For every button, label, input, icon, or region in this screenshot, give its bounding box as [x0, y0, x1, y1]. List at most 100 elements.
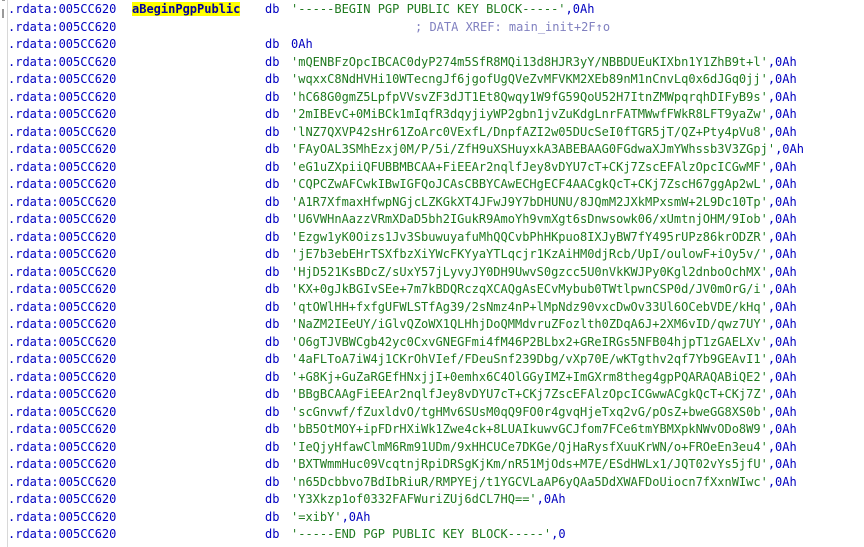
listing-line[interactable]: .rdata:005CC620 db 'Ezgw1yK0Oizs1Jv3Sbuwuy…	[8, 229, 864, 247]
operand-trailer[interactable]: ,0Ah	[768, 335, 797, 349]
string-operand[interactable]: 'n65Dcbbvo7BdIbRiuR/RMPYEj/t1YGCVLaAP6yQ…	[291, 475, 768, 489]
string-operand[interactable]: 'Ezgw1yK0Oizs1Jv3SbuwuyafuMhQQCvbPhHKpuo…	[291, 230, 768, 244]
segment-address[interactable]: .rdata:005CC620	[8, 1, 132, 19]
listing-line[interactable]: .rdata:005CC620 ; DATA XREF: main_init+2F…	[8, 19, 864, 37]
listing-line[interactable]: .rdata:005CC620 db 0Ah	[8, 36, 864, 54]
operand-trailer[interactable]: ,0Ah	[768, 177, 797, 191]
listing-line[interactable]: .rdata:005CC620 db 'A1R7XfmaxHfwpNGjcLZKGk…	[8, 194, 864, 212]
string-operand[interactable]: 'lNZ7QXVP42sHr61ZoArc0VExfL/DnpfAZI2w05D…	[291, 125, 768, 139]
mnemonic[interactable]: db	[265, 404, 291, 422]
segment-address[interactable]: .rdata:005CC620	[8, 299, 132, 317]
operand-trailer[interactable]: ,0Ah	[768, 422, 797, 436]
segment-address[interactable]: .rdata:005CC620	[8, 106, 132, 124]
operand-trailer[interactable]: ,0Ah	[775, 142, 804, 156]
listing-line[interactable]: .rdata:005CC620 db 'KX+0gJkBGIvSEe+7m7kBDQ…	[8, 281, 864, 299]
mnemonic[interactable]: db	[265, 491, 291, 509]
string-operand[interactable]: '2mIBEvC+0MiBCk1mIqfR3dqyjiyWP2gbn1jvZuK…	[291, 107, 768, 121]
string-operand[interactable]: 'jE7b3ebEHrTSXfbzXiYWcFKYyaYTLqcjr1KzAiH…	[291, 247, 768, 261]
listing-line[interactable]: .rdata:005CC620 db '=xibY',0Ah	[8, 509, 864, 527]
listing-line[interactable]: .rdata:005CC620 db 'BXTWmmHuc09VcqtnjRpiDR…	[8, 456, 864, 474]
listing-line[interactable]: .rdata:005CC620 db'qtOWlHH+fxfgUFWLSTfAg3…	[8, 299, 864, 317]
segment-address[interactable]: .rdata:005CC620	[8, 421, 132, 439]
string-operand[interactable]: '=xibY'	[291, 510, 342, 524]
string-operand[interactable]: 'eG1uZXpiiQFUBBMBCAA+FiEEAr2nqlfJey8vDYU…	[291, 160, 768, 174]
operand-value[interactable]: 0Ah	[291, 37, 313, 51]
listing-line[interactable]: .rdata:005CC620 aBeginPgpPublic db '-----BE…	[8, 1, 864, 19]
mnemonic[interactable]: db	[265, 509, 291, 527]
string-operand[interactable]: '-----END PGP PUBLIC KEY BLOCK-----'	[291, 527, 551, 541]
operand-trailer[interactable]: ,0Ah	[768, 230, 797, 244]
string-operand[interactable]: 'hC68G0gmZ5LpfpVVsvZF3dJT1Et8Qwqy1W9fG59…	[291, 90, 768, 104]
segment-address[interactable]: .rdata:005CC620	[8, 386, 132, 404]
string-operand[interactable]: 'scGnvwf/fZuxldvO/tgHMv6SUsM0qQ9FO0r4gvq…	[291, 405, 768, 419]
listing-line[interactable]: .rdata:005CC620 db '+G8Kj+GuZaRGEfHNxjjI+0…	[8, 369, 864, 387]
operand-trailer[interactable]: ,0Ah	[768, 247, 797, 261]
symbol-name-highlighted[interactable]: aBeginPgpPublic	[132, 1, 265, 19]
string-operand[interactable]: 'HjD521KsBDcZ/sUxY57jLyvyJY0DH9UwvS0gzcc…	[291, 265, 768, 279]
operand-trailer[interactable]: ,0Ah	[768, 160, 797, 174]
string-operand[interactable]: 'U6VWHnAazzVRmXDaD5bh2IGukR9AmoYh9vmXgt6…	[291, 212, 768, 226]
disassembly-listing[interactable]: .rdata:005CC620 aBeginPgpPublic db '-----BE…	[8, 0, 864, 547]
mnemonic[interactable]: db	[265, 474, 291, 492]
operand-trailer[interactable]: ,0Ah	[768, 265, 797, 279]
operand-trailer[interactable]: ,0Ah	[768, 317, 797, 331]
listing-line[interactable]: .rdata:005CC620 db 'Y3Xkzp1of0332FAFWuriZU…	[8, 491, 864, 509]
mnemonic[interactable]: db	[265, 439, 291, 457]
mnemonic[interactable]: db	[265, 281, 291, 299]
mnemonic[interactable]: db	[265, 124, 291, 142]
operand-trailer[interactable]: ,0Ah	[768, 212, 797, 226]
listing-line[interactable]: .rdata:005CC620 db '-----END PGP PUBLIC KE…	[8, 526, 864, 544]
listing-line[interactable]: .rdata:005CC620 db'n65Dcbbvo7BdIbRiuR/RMP…	[8, 474, 864, 492]
mnemonic[interactable]: db	[265, 159, 291, 177]
segment-address[interactable]: .rdata:005CC620	[8, 229, 132, 247]
listing-line[interactable]: .rdata:005CC620 db'wqxxC8NdHVHi10WTecngJf…	[8, 71, 864, 89]
listing-line[interactable]: .rdata:005CC620 db'bB5OtMOY+ipFDrHXiWk1Zw…	[8, 421, 864, 439]
listing-line[interactable]: .rdata:005CC620 db'jE7b3ebEHrTSXfbzXiYWcF…	[8, 246, 864, 264]
operand-trailer[interactable]: ,0Ah	[768, 282, 797, 296]
listing-line[interactable]: .rdata:005CC620 db '2mIBEvC+0MiBCk1mIqfR3d…	[8, 106, 864, 124]
operand-trailer[interactable]: ,0Ah	[768, 55, 797, 69]
listing-line[interactable]: .rdata:005CC620 db'scGnvwf/fZuxldvO/tgHMv…	[8, 404, 864, 422]
operand-trailer[interactable]: ,0Ah	[768, 370, 797, 384]
string-operand[interactable]: 'BXTWmmHuc09VcqtnjRpiDRSgKjKm/nR51MjOds+…	[291, 457, 768, 471]
mnemonic[interactable]: db	[265, 351, 291, 369]
string-operand[interactable]: '-----BEGIN PGP PUBLIC KEY BLOCK-----'	[291, 2, 566, 16]
mnemonic[interactable]: db	[265, 71, 291, 89]
segment-address[interactable]: .rdata:005CC620	[8, 491, 132, 509]
ida-disassembly-view[interactable]: .rdata:005CC620 aBeginPgpPublic db '-----BE…	[0, 0, 864, 547]
mnemonic[interactable]: db	[265, 106, 291, 124]
string-operand[interactable]: 'wqxxC8NdHVHi10WTecngJf6jgofUgQVeZvMFVKM…	[291, 72, 768, 86]
segment-address[interactable]: .rdata:005CC620	[8, 264, 132, 282]
segment-address[interactable]: .rdata:005CC620	[8, 316, 132, 334]
string-operand[interactable]: 'BBgBCAAgFiEEAr2nqlfJey8vDYU7cT+CKj7ZscE…	[291, 387, 768, 401]
mnemonic[interactable]: db	[265, 316, 291, 334]
segment-address[interactable]: .rdata:005CC620	[8, 194, 132, 212]
segment-address[interactable]: .rdata:005CC620	[8, 456, 132, 474]
string-operand[interactable]: 'IeQjyHfawClmM6Rm91UDm/9xHHCUCe7DKGe/QjH…	[291, 440, 768, 454]
operand-trailer[interactable]: ,0Ah	[768, 457, 797, 471]
operand-trailer[interactable]: ,0Ah	[768, 107, 797, 121]
mnemonic[interactable]: db	[265, 54, 291, 72]
mnemonic[interactable]: db	[265, 246, 291, 264]
listing-line[interactable]: .rdata:005CC620 db'hC68G0gmZ5LpfpVVsvZF3d…	[8, 89, 864, 107]
operand-trailer[interactable]: ,0Ah	[768, 440, 797, 454]
mnemonic[interactable]: db	[265, 229, 291, 247]
operand-trailer[interactable]: ,0Ah	[768, 352, 797, 366]
listing-line[interactable]: .rdata:005CC620 db 'NaZM2IEeUY/iGlvQZoWX1Q…	[8, 316, 864, 334]
operand-trailer[interactable]: ,0Ah	[537, 492, 566, 506]
listing-line[interactable]: .rdata:005CC620 db 'U6VWHnAazzVRmXDaD5bh2I…	[8, 211, 864, 229]
segment-address[interactable]: .rdata:005CC620	[8, 124, 132, 142]
mnemonic[interactable]: db	[265, 526, 291, 544]
segment-address[interactable]: .rdata:005CC620	[8, 439, 132, 457]
operand-trailer[interactable]: ,0Ah	[768, 125, 797, 139]
mnemonic[interactable]: db	[265, 386, 291, 404]
listing-line[interactable]: .rdata:005CC620 db 'FAyOAL3SMhEzxj0M/P/5i/…	[8, 141, 864, 159]
listing-line[interactable]: .rdata:005CC620 db '4aFLToA7iW4j1CKrOhVIef…	[8, 351, 864, 369]
segment-address[interactable]: .rdata:005CC620	[8, 211, 132, 229]
listing-line[interactable]: .rdata:005CC620 db 'IeQjyHfawClmM6Rm91UDm/…	[8, 439, 864, 457]
segment-address[interactable]: .rdata:005CC620	[8, 404, 132, 422]
operand-trailer[interactable]: ,0Ah	[768, 387, 797, 401]
operand-trailer[interactable]: ,0	[551, 527, 565, 541]
symbol-label[interactable]: aBeginPgpPublic	[132, 2, 241, 16]
segment-address[interactable]: .rdata:005CC620	[8, 526, 132, 544]
